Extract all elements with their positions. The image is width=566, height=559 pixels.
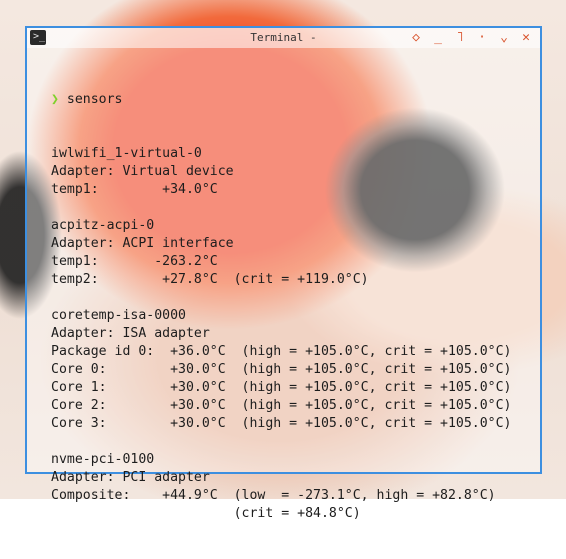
close-icon[interactable]: ✕ [518, 29, 534, 47]
output-line: temp1: +34.0°C [51, 182, 218, 197]
terminal-window[interactable]: >_ Terminal - ◇ _ ˥ · ⌄ ✕ ❯ sensors iwlwifi_1… [25, 26, 542, 521]
chevron-down-icon[interactable]: ⌄ [496, 29, 512, 47]
output-line: nvme-pci-0100 [51, 452, 155, 467]
output-line: (crit = +84.8°C) [51, 506, 361, 521]
prompt-line: ❯ sensors [51, 91, 512, 109]
output-line: Core 0: +30.0°C (high = +105.0°C, crit =… [51, 362, 512, 377]
minimize-icon[interactable]: _ [430, 29, 446, 47]
output-line: Adapter: PCI adapter [51, 470, 210, 485]
title-bar[interactable]: >_ Terminal - ◇ _ ˥ · ⌄ ✕ [27, 28, 540, 48]
output-line: Core 2: +30.0°C (high = +105.0°C, crit =… [51, 398, 512, 413]
dot-icon[interactable]: · [474, 29, 490, 47]
output-line: Package id 0: +36.0°C (high = +105.0°C, … [51, 344, 512, 359]
diamond-icon[interactable]: ◇ [408, 29, 424, 47]
command-text: sensors [66, 92, 123, 107]
output-line: acpitz-acpi-0 [51, 218, 155, 233]
output-line: Core 1: +30.0°C (high = +105.0°C, crit =… [51, 380, 512, 395]
output-line: coretemp-isa-0000 [51, 308, 186, 323]
output-line: Core 3: +30.0°C (high = +105.0°C, crit =… [51, 416, 512, 431]
output-line: Adapter: Virtual device [51, 164, 234, 179]
output-line: Adapter: ISA adapter [51, 326, 210, 341]
output-line: temp1: -263.2°C [51, 254, 218, 269]
prompt-arrow-icon: ❯ [51, 92, 59, 107]
window-controls: ◇ _ ˥ · ⌄ ✕ [408, 29, 534, 47]
corner-icon[interactable]: ˥ [452, 29, 468, 47]
output-lines: iwlwifi_1-virtual-0 Adapter: Virtual devi… [51, 145, 512, 523]
output-line: Adapter: ACPI interface [51, 236, 234, 251]
output-line: temp2: +27.8°C (crit = +119.0°C) [51, 272, 369, 287]
terminal-output[interactable]: ❯ sensors iwlwifi_1-virtual-0 Adapter: Vi… [51, 55, 512, 559]
output-line: iwlwifi_1-virtual-0 [51, 146, 202, 161]
output-line: Composite: +44.9°C (low = -273.1°C, high… [51, 488, 496, 503]
